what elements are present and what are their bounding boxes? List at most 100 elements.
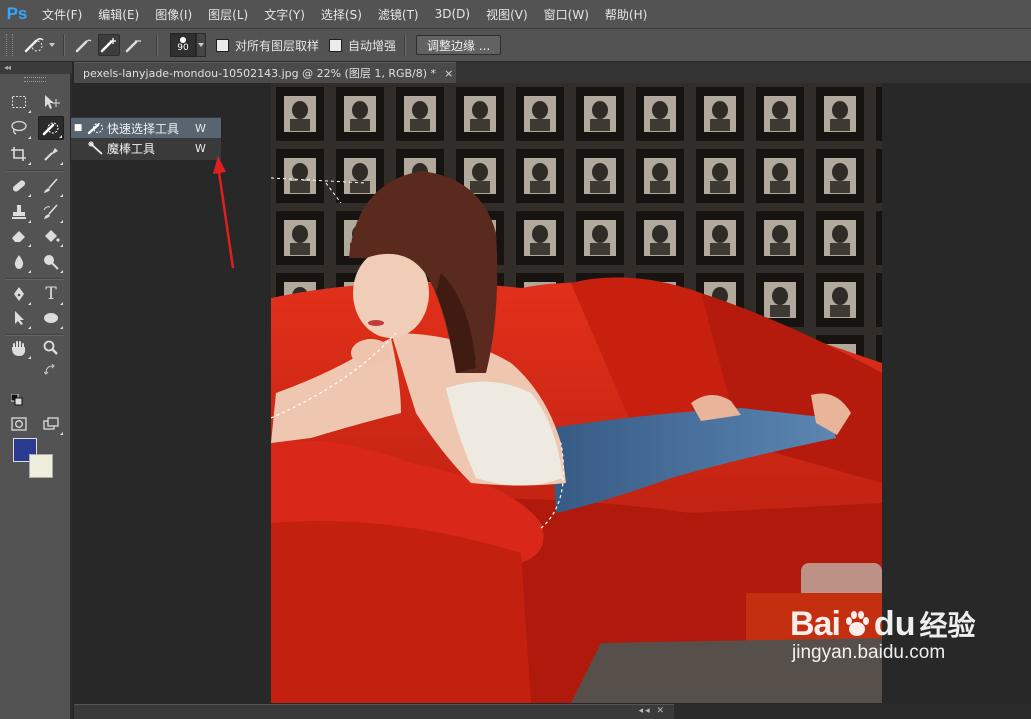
- sample-all-layers-checkbox[interactable]: 对所有图层取样: [216, 37, 319, 54]
- ellipse-tool[interactable]: [38, 306, 64, 330]
- brush-dropdown-button[interactable]: [196, 33, 206, 57]
- flyout-item-shortcut: W: [195, 121, 206, 135]
- paint-bucket-tool[interactable]: [38, 224, 64, 248]
- menu-file[interactable]: 文件(F): [34, 6, 90, 23]
- stamp-icon: [12, 205, 26, 219]
- lasso-icon: [11, 120, 27, 135]
- tool-preset-picker[interactable]: [23, 36, 55, 54]
- menu-edit[interactable]: 编辑(E): [90, 6, 147, 23]
- menu-view[interactable]: 视图(V): [478, 6, 536, 23]
- flyout-item-magic-wand[interactable]: 魔棒工具 W: [71, 138, 221, 158]
- selected-bullet: ■: [73, 123, 83, 133]
- toolbox-header[interactable]: [0, 62, 72, 74]
- zoom-tool[interactable]: [38, 336, 64, 360]
- watermark-url: jingyan.baidu.com: [792, 642, 946, 663]
- bandage-icon: [12, 180, 26, 192]
- panel-controls-icon[interactable]: ◂◂ ✕: [639, 706, 666, 716]
- drop-icon: [14, 255, 24, 269]
- toolbox-grip[interactable]: [24, 77, 46, 82]
- menu-3d[interactable]: 3D(D): [427, 7, 478, 21]
- toolbox: T: [0, 74, 72, 719]
- menu-select[interactable]: 选择(S): [313, 6, 370, 23]
- menu-help[interactable]: 帮助(H): [597, 6, 655, 23]
- pen-icon: [14, 287, 24, 301]
- clone-stamp-tool[interactable]: [6, 200, 32, 224]
- healing-brush-tool[interactable]: [6, 174, 32, 198]
- quick-selection-tool[interactable]: [38, 116, 64, 140]
- move-tool[interactable]: [38, 90, 64, 114]
- rectangular-marquee-icon: [12, 96, 26, 108]
- new-selection-button[interactable]: [73, 34, 95, 56]
- divider: [6, 278, 64, 280]
- subtract-from-selection-button[interactable]: [123, 34, 145, 56]
- watermark-brand-right: du: [873, 604, 916, 643]
- auto-enhance-checkbox[interactable]: 自动增强: [329, 37, 396, 54]
- menu-type[interactable]: 文字(Y): [256, 6, 313, 23]
- tool-flyout-menu: ■ 快速选择工具 W 魔棒工具 W: [70, 116, 222, 161]
- annotation-arrow-icon: [213, 156, 235, 269]
- history-brush-tool[interactable]: [38, 200, 64, 224]
- eraser-tool[interactable]: [6, 224, 32, 248]
- chevron-down-icon: [198, 43, 204, 47]
- quick-mask-button[interactable]: [6, 412, 32, 436]
- hand-tool[interactable]: [6, 336, 32, 360]
- move-icon: [45, 95, 60, 109]
- default-colors-icon[interactable]: [11, 394, 23, 406]
- options-bar-grip[interactable]: [6, 34, 13, 56]
- magic-wand-icon: [88, 141, 103, 155]
- ellipse-icon: [44, 313, 58, 323]
- lasso-tool[interactable]: [6, 116, 32, 140]
- photoshop-logo: Ps: [6, 4, 28, 23]
- dodge-tool[interactable]: [38, 250, 64, 274]
- path-selection-tool[interactable]: [6, 306, 32, 330]
- flyout-item-quick-selection[interactable]: ■ 快速选择工具 W: [71, 118, 221, 138]
- history-brush-icon: [43, 204, 58, 219]
- bottom-scroll-area: [674, 704, 1031, 719]
- bottom-panel: ◂◂ ✕: [74, 704, 674, 719]
- dodge-icon: [44, 255, 59, 270]
- background-color-swatch[interactable]: [29, 454, 53, 478]
- divider: [6, 170, 64, 172]
- paint-bucket-icon: [45, 230, 60, 242]
- brush-subtract-icon: [125, 40, 141, 53]
- brush-tool[interactable]: [38, 174, 64, 198]
- document-tab-title: pexels-lanyjade-mondou-10502143.jpg @ 22…: [83, 67, 437, 80]
- quick-selection-icon: [42, 122, 59, 136]
- blur-tool[interactable]: [6, 250, 32, 274]
- flyout-item-label: 魔棒工具: [107, 141, 156, 156]
- menu-bar: Ps 文件(F) 编辑(E) 图像(I) 图层(L) 文字(Y) 选择(S) 滤…: [0, 0, 1031, 28]
- flyout-item-label: 快速选择工具: [107, 121, 180, 136]
- eyedropper-tool[interactable]: [38, 142, 64, 166]
- collapse-icon[interactable]: ◂◂: [4, 63, 11, 72]
- divider: [63, 34, 65, 56]
- menu-image[interactable]: 图像(I): [147, 6, 200, 23]
- marquee-tool[interactable]: [6, 90, 32, 114]
- chevron-down-icon: [49, 43, 55, 47]
- baidu-paw-icon: [845, 611, 869, 636]
- quick-selection-icon: [87, 123, 103, 135]
- swap-colors-icon[interactable]: [44, 364, 56, 376]
- close-icon[interactable]: ×: [444, 67, 453, 80]
- screen-mode-button[interactable]: [38, 412, 64, 436]
- checkbox-box[interactable]: [216, 38, 229, 52]
- hand-icon: [11, 341, 26, 356]
- type-tool[interactable]: T: [38, 282, 64, 306]
- brush-size-value: 90: [177, 43, 189, 53]
- brush-size-picker[interactable]: 90: [170, 33, 196, 57]
- pen-tool[interactable]: [6, 282, 32, 306]
- menu-layer[interactable]: 图层(L): [200, 6, 256, 23]
- menu-filter[interactable]: 滤镜(T): [370, 6, 427, 23]
- quick-mask-icon: [11, 417, 27, 431]
- refine-edge-button[interactable]: 调整边缘 ...: [416, 35, 502, 55]
- brush-icon: [44, 178, 58, 193]
- magnifier-icon: [43, 340, 58, 355]
- options-bar: 90 对所有图层取样 自动增强 调整边缘 ...: [0, 28, 1031, 62]
- add-to-selection-button[interactable]: [98, 34, 120, 56]
- crop-icon: [11, 147, 26, 161]
- menu-window[interactable]: 窗口(W): [536, 6, 597, 23]
- brush-new-icon: [75, 39, 92, 53]
- checkbox-box[interactable]: [329, 38, 343, 52]
- eyedropper-icon: [44, 148, 58, 161]
- crop-tool[interactable]: [6, 142, 32, 166]
- document-tab[interactable]: pexels-lanyjade-mondou-10502143.jpg @ 22…: [74, 62, 456, 83]
